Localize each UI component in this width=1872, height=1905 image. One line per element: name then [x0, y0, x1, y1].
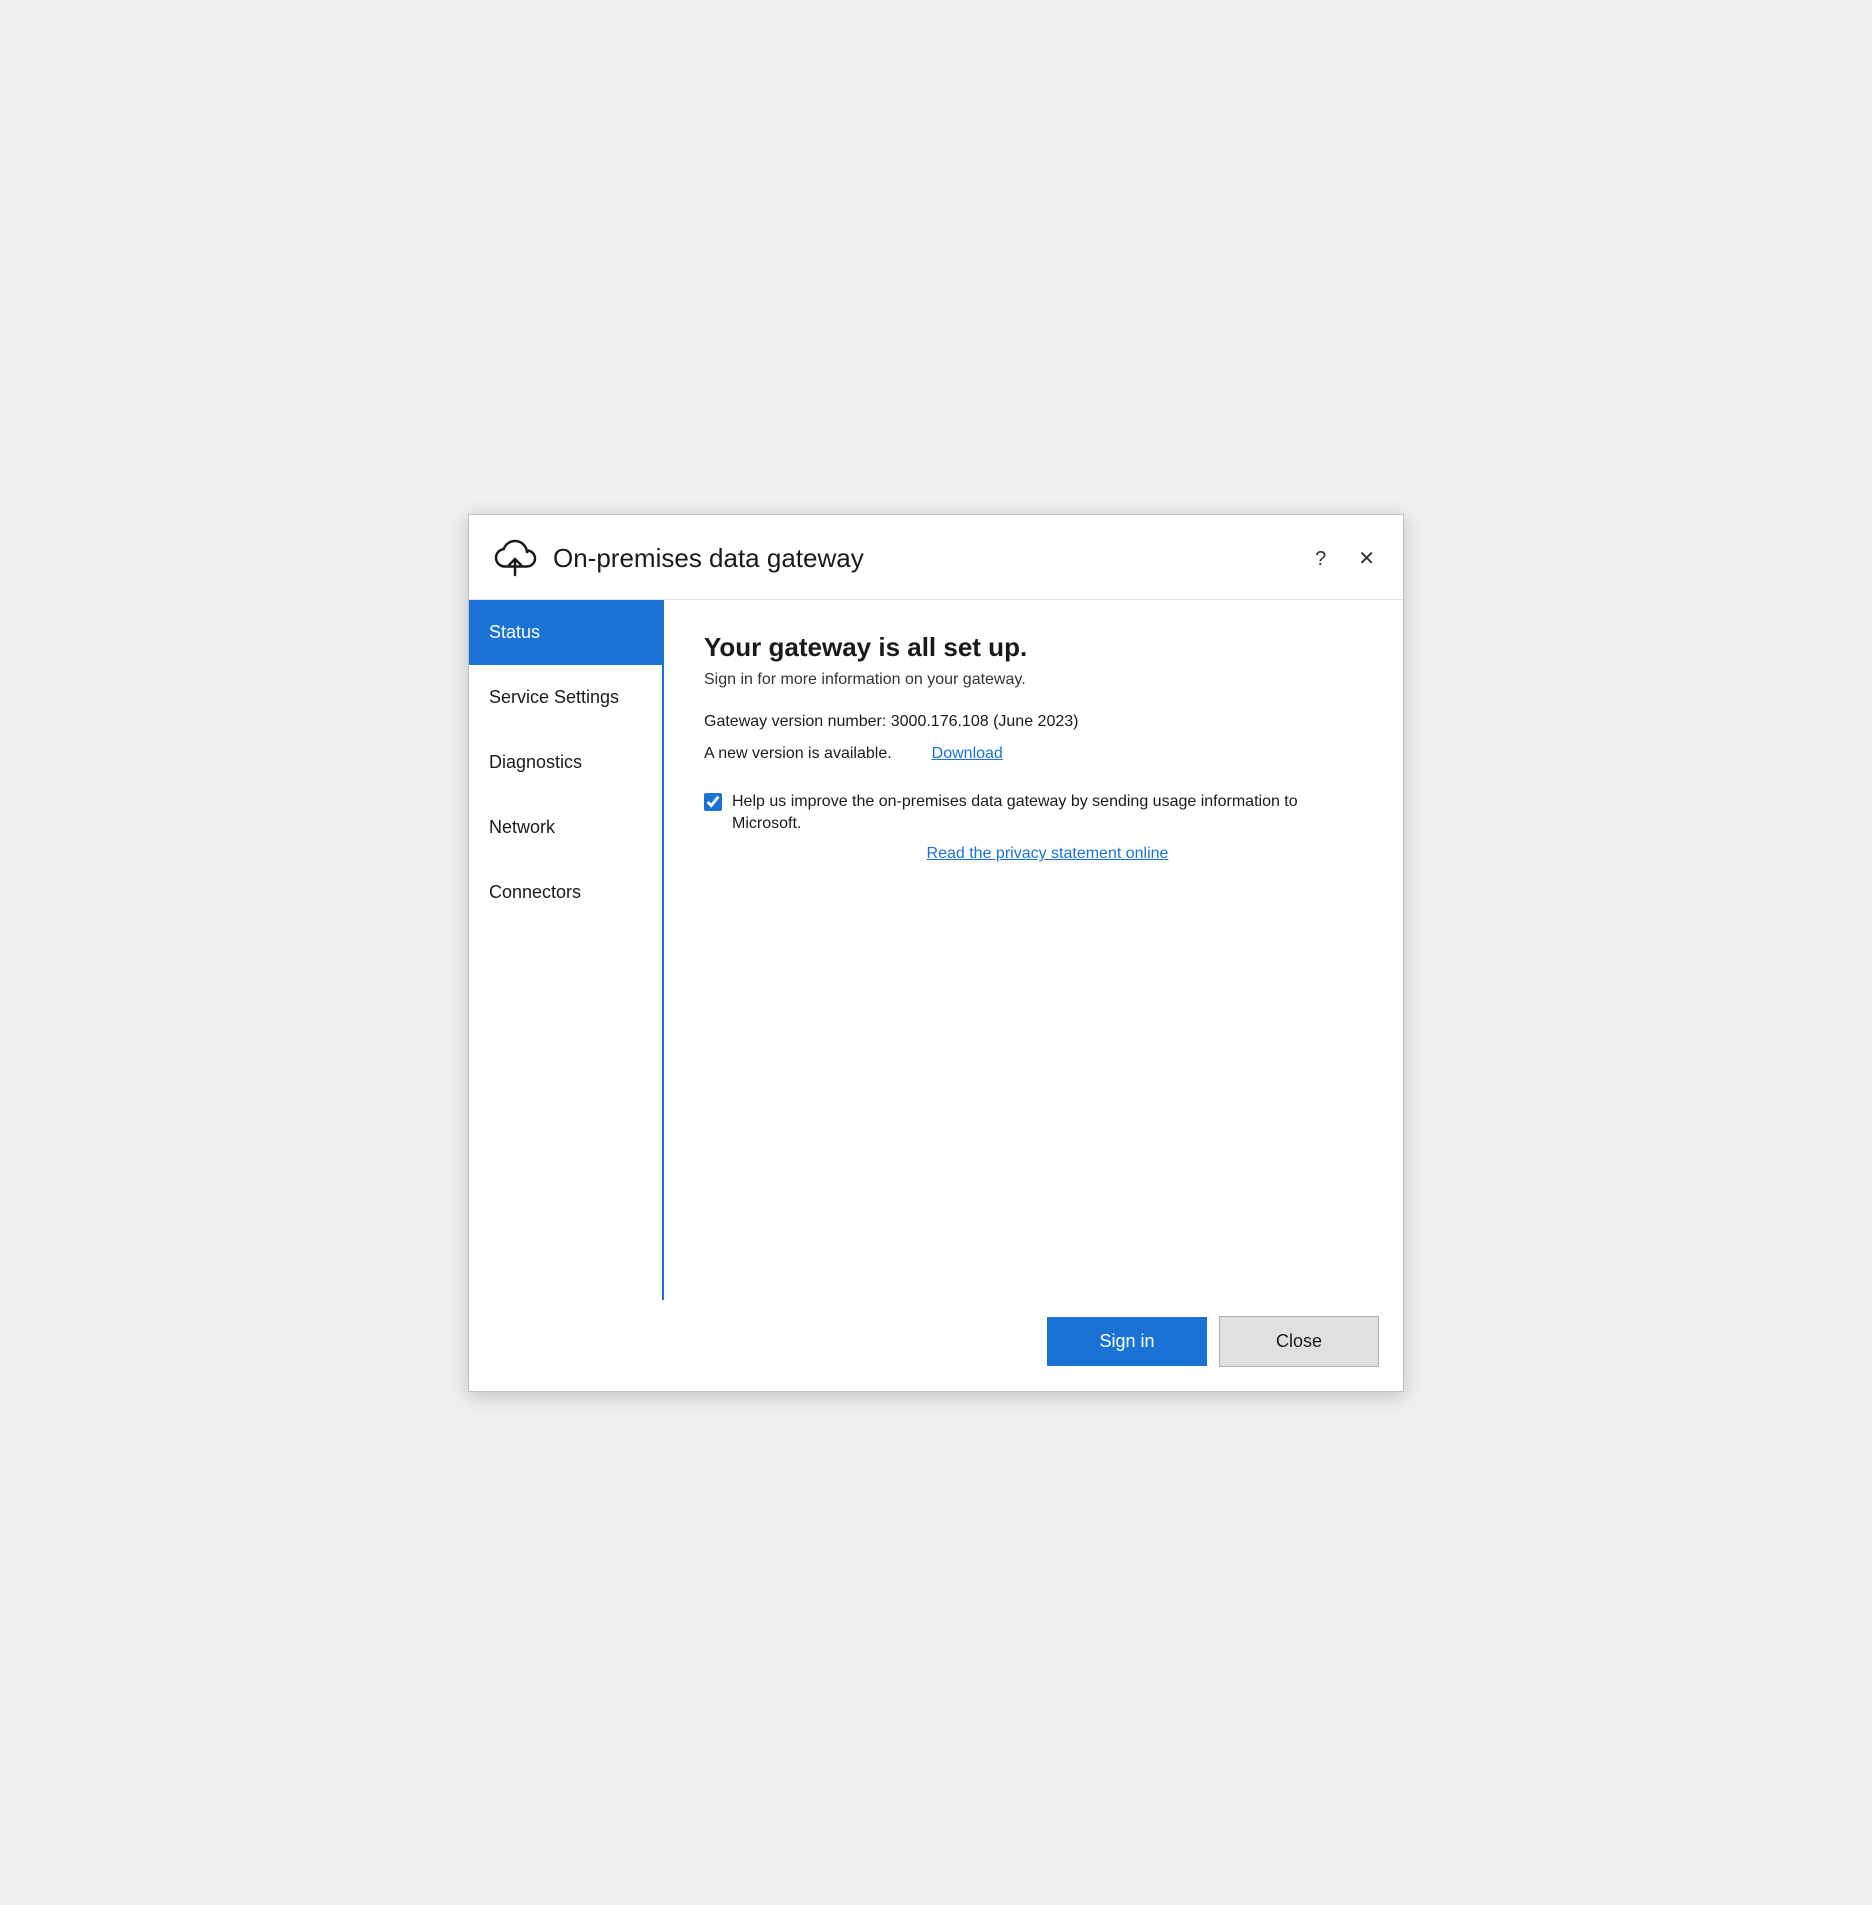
- title-bar-left: On-premises data gateway: [489, 533, 864, 585]
- cloud-upload-icon: [489, 533, 541, 585]
- content-area: Your gateway is all set up. Sign in for …: [664, 600, 1403, 1300]
- app-window: On-premises data gateway ? ✕ Status Serv…: [468, 514, 1404, 1392]
- privacy-link[interactable]: Read the privacy statement online: [732, 845, 1363, 863]
- sidebar-item-service-settings[interactable]: Service Settings: [469, 665, 662, 730]
- new-version-row: A new version is available. Download: [704, 745, 1363, 763]
- sidebar-item-network[interactable]: Network: [469, 795, 662, 860]
- sign-in-button[interactable]: Sign in: [1047, 1317, 1207, 1366]
- main-layout: Status Service Settings Diagnostics Netw…: [469, 600, 1403, 1300]
- usage-checkbox-row: Help us improve the on-premises data gat…: [704, 791, 1363, 836]
- sidebar: Status Service Settings Diagnostics Netw…: [469, 600, 664, 1300]
- close-button[interactable]: Close: [1219, 1316, 1379, 1367]
- gateway-version: Gateway version number: 3000.176.108 (Ju…: [704, 713, 1363, 731]
- sidebar-item-diagnostics[interactable]: Diagnostics: [469, 730, 662, 795]
- usage-checkbox[interactable]: [704, 793, 722, 811]
- download-link[interactable]: Download: [932, 745, 1003, 763]
- app-title: On-premises data gateway: [553, 543, 864, 574]
- close-window-button[interactable]: ✕: [1350, 545, 1383, 573]
- sidebar-item-status[interactable]: Status: [469, 600, 662, 665]
- new-version-text: A new version is available.: [704, 745, 892, 763]
- title-bar: On-premises data gateway ? ✕: [469, 515, 1403, 600]
- footer: Sign in Close: [469, 1300, 1403, 1391]
- help-button[interactable]: ?: [1307, 545, 1334, 573]
- usage-checkbox-label: Help us improve the on-premises data gat…: [732, 791, 1363, 836]
- status-subtext: Sign in for more information on your gat…: [704, 671, 1363, 689]
- status-heading: Your gateway is all set up.: [704, 632, 1363, 663]
- title-bar-controls: ? ✕: [1307, 545, 1383, 573]
- sidebar-item-connectors[interactable]: Connectors: [469, 860, 662, 925]
